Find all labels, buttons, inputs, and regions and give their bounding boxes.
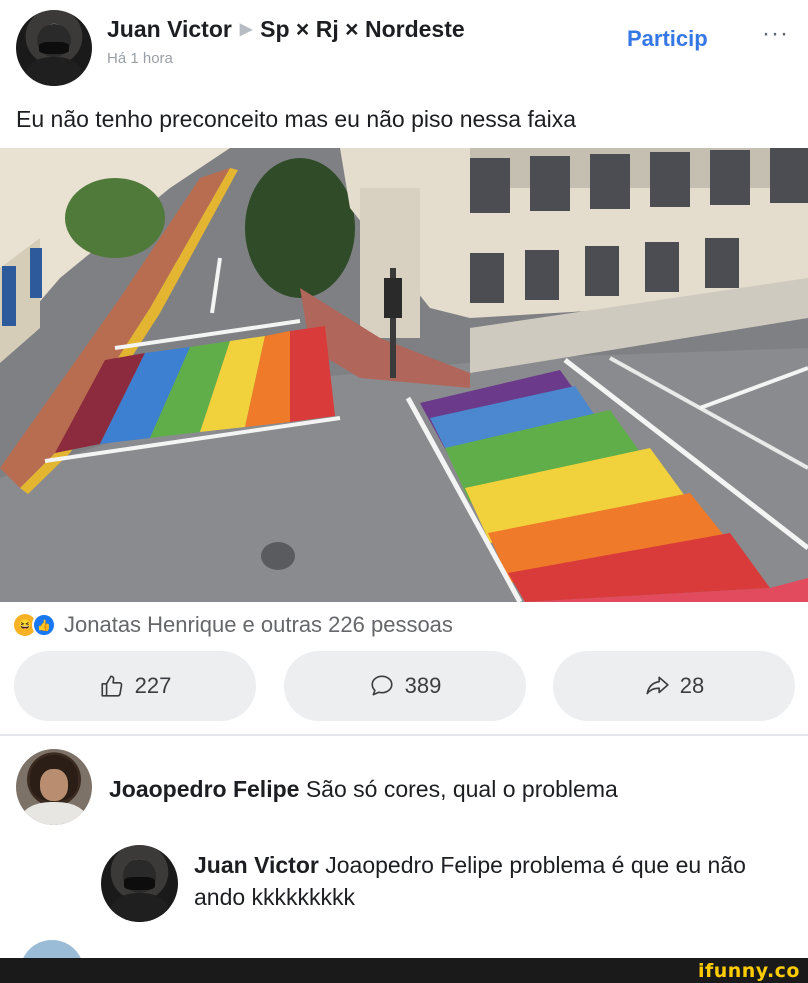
like-button[interactable]: 227 [14, 651, 256, 721]
post-timestamp[interactable]: Há 1 hora [107, 50, 173, 67]
section-divider [0, 734, 808, 736]
author-name[interactable]: Juan Victor [107, 16, 232, 42]
reaction-text: Jonatas Henrique e outras 226 pessoas [64, 612, 453, 637]
share-arrow-icon [646, 676, 669, 695]
reply-author[interactable]: Juan Victor [194, 852, 319, 878]
ifunny-watermark: ifunny.co [697, 960, 800, 982]
reaction-summary[interactable]: 😆 👍 Jonatas Henrique e outras 226 pessoa… [14, 610, 453, 640]
more-options-icon[interactable]: ··· [762, 20, 789, 48]
comment-button[interactable]: 389 [284, 651, 526, 721]
share-count: 28 [679, 673, 705, 698]
author-avatar[interactable] [16, 10, 92, 86]
reply-item: Juan Victor Joaopedro Felipe problema é … [194, 849, 794, 913]
speech-bubble-icon [371, 675, 393, 696]
share-button[interactable]: 28 [553, 651, 795, 721]
post-photo[interactable] [0, 148, 808, 602]
comment-author[interactable]: Joaopedro Felipe [109, 776, 299, 802]
comment-text: São só cores, qual o problema [305, 776, 618, 802]
watermark-bar [0, 958, 808, 983]
join-button[interactable]: Particip [627, 26, 708, 52]
street-crosswalk-illustration [0, 148, 808, 602]
post-text: Eu não tenho preconceito mas eu não piso… [16, 106, 577, 132]
reply-avatar[interactable] [101, 845, 178, 922]
post-header-title: Juan Victor ▶ Sp × Rj × Nordeste [107, 16, 465, 43]
thumbs-up-icon [101, 675, 123, 697]
like-icon: 👍 [32, 613, 56, 637]
next-comment-avatar [20, 940, 84, 958]
comment-count: 389 [404, 673, 442, 698]
comment-item: Joaopedro Felipe São só cores, qual o pr… [109, 773, 618, 805]
post-card: Juan Victor ▶ Sp × Rj × Nordeste Há 1 hora… [0, 0, 808, 958]
group-name[interactable]: Sp × Rj × Nordeste [260, 16, 465, 42]
like-count: 227 [134, 673, 172, 698]
commenter-avatar[interactable] [16, 749, 92, 825]
arrow-right-icon: ▶ [239, 21, 253, 38]
